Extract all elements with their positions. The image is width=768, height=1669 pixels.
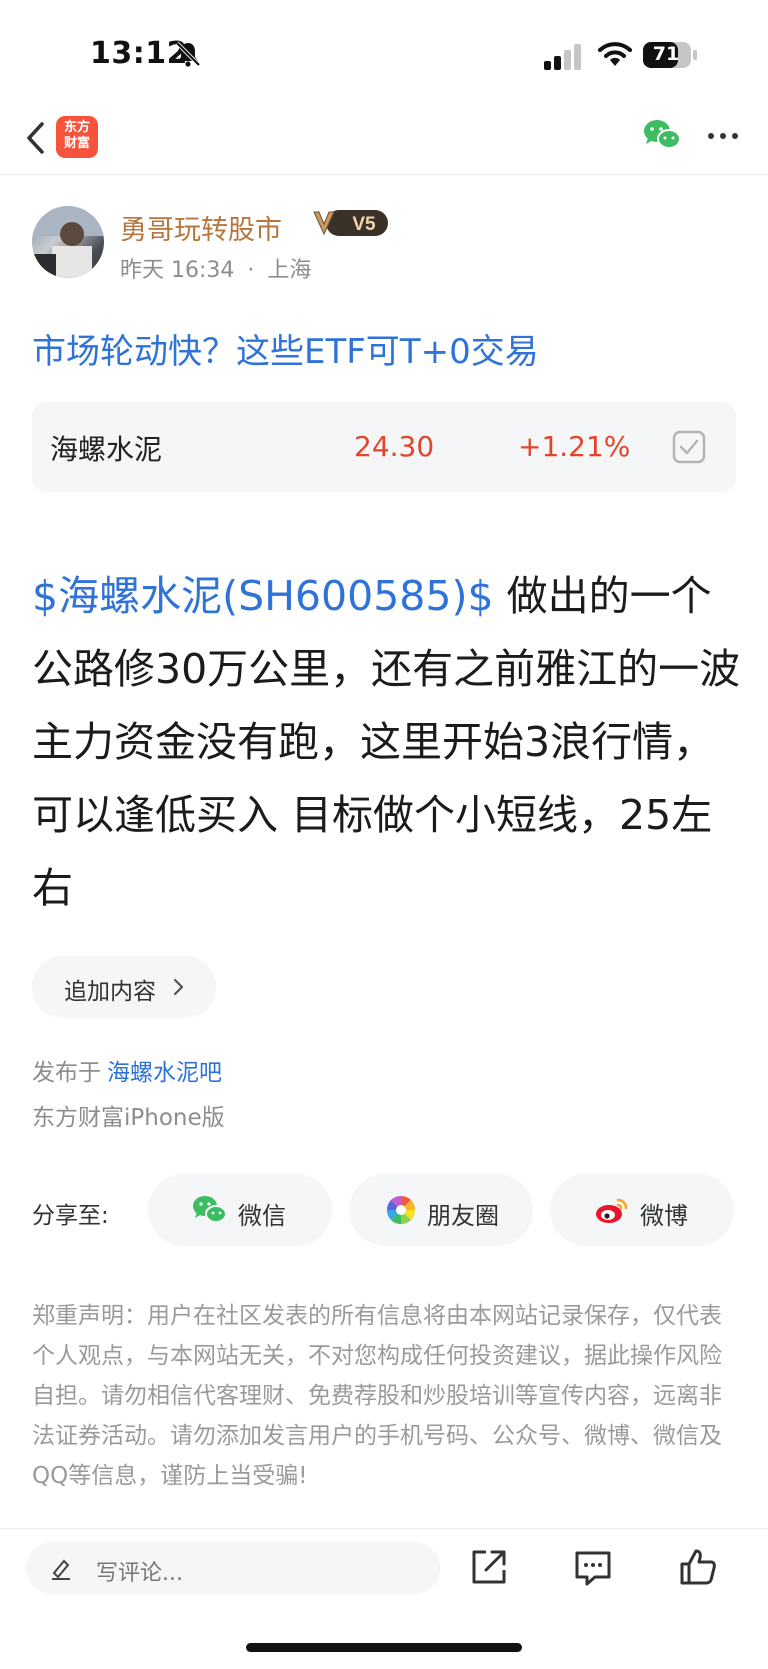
post-body: $海螺水泥(SH600585)$ 做出的一个公路修30万公里，还有之前雅江的一波… [32,560,742,925]
logo-line1: 东方 [63,120,90,135]
app-logo: 东方 财富 [56,116,98,158]
stock-tag-link[interactable]: $海螺水泥(SH600585)$ [32,572,494,620]
stock-price: 24.30 [354,430,435,463]
bottom-divider [0,1528,768,1529]
logo-line2: 财富 [63,136,90,151]
share-weibo-label: 微博 [640,1202,688,1230]
post-body-text: 做出的一个公路修30万公里，还有之前雅江的一波主力资金没有跑，这里开始3浪行情，… [32,572,741,912]
stock-name: 海螺水泥 [50,433,163,466]
author-avatar[interactable] [32,206,104,278]
disclaimer-text: 郑重声明：用户在社区发表的所有信息将由本网站记录保存，仅代表个人观点，与本网站无… [32,1303,722,1489]
append-content-label: 追加内容 [64,979,156,1005]
author-name[interactable]: 勇哥玩转股市 [120,208,282,247]
avatar-photo [32,206,104,278]
share-wechat-button[interactable]: 微信 [148,1174,332,1246]
post-meta: 昨天 16:34 · 上海 [120,252,311,284]
add-watchlist-checkbox-icon[interactable] [672,430,706,464]
cellular-signal-icon [544,44,581,70]
weibo-icon [596,1198,628,1223]
comment-icon[interactable] [573,1549,613,1587]
share-wechat-label: 微信 [238,1202,286,1230]
moments-icon [386,1195,416,1225]
post-location: 上海 [267,258,312,283]
meta-separator: · [247,258,255,283]
forum-link[interactable]: 海螺水泥吧 [107,1053,222,1087]
share-label: 分享至: [32,1203,109,1229]
stock-change: +1.21% [518,430,631,463]
client-source: 东方财富iPhone版 [32,1105,225,1131]
comment-placeholder: 写评论... [96,1561,183,1586]
post-time: 昨天 16:34 [120,258,235,283]
wechat-icon [193,1196,227,1223]
chevron-right-icon [173,978,184,996]
nav-divider [0,174,768,175]
home-indicator [246,1643,522,1652]
wechat-icon[interactable] [642,118,682,152]
wifi-icon [598,42,632,66]
share-icon[interactable] [470,1548,508,1586]
publish-prefix: 发布于 [32,1060,101,1086]
battery-level: 71 [652,43,680,65]
vip-level-text: V5 [352,214,376,235]
comment-input[interactable] [26,1542,440,1594]
like-icon[interactable] [678,1547,718,1587]
share-moments-button[interactable]: 朋友圈 [349,1174,533,1246]
silent-bell-icon [175,41,201,67]
share-weibo-button[interactable]: 微博 [550,1174,734,1246]
back-button[interactable] [20,118,50,158]
share-moments-label: 朋友圈 [427,1202,499,1230]
pen-icon [52,1559,70,1580]
post-title[interactable]: 市场轮动快？这些ETF可T+0交易 [32,324,539,373]
battery-indicator: 71 [642,40,698,70]
vip-level-badge: V5 [313,210,388,236]
more-options-icon[interactable] [706,126,740,146]
